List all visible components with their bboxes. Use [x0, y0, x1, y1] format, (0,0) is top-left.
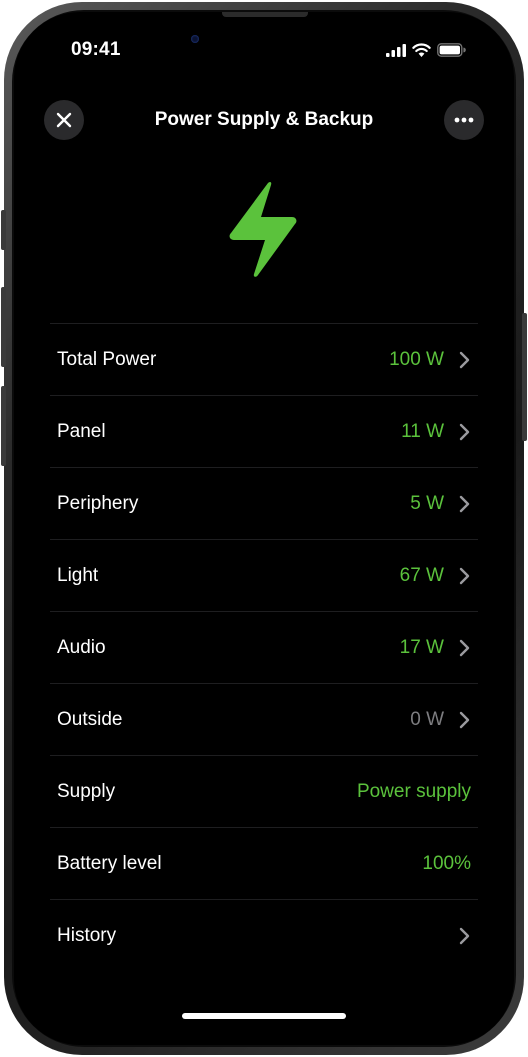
volume-down-button	[1, 386, 6, 466]
list-item-light[interactable]: Light 67 W	[50, 539, 478, 611]
earpiece-speaker	[222, 12, 308, 17]
chevron-right-icon	[459, 351, 470, 369]
more-options-button[interactable]	[444, 100, 484, 140]
chevron-right-icon	[459, 495, 470, 513]
list-item-label: Periphery	[57, 493, 139, 514]
list-item-panel[interactable]: Panel 11 W	[50, 395, 478, 467]
list-item-label: History	[57, 925, 117, 946]
page-title: Power Supply & Backup	[154, 109, 374, 130]
battery-icon	[437, 43, 466, 57]
list-item-history[interactable]: History	[50, 899, 478, 971]
close-icon	[56, 112, 72, 128]
header: Power Supply & Backup	[14, 100, 514, 140]
list-item-value: 11 W	[401, 421, 444, 442]
lightning-bolt-icon	[229, 181, 297, 277]
list-item-label: Light	[57, 565, 99, 586]
list-item-total-power[interactable]: Total Power 100 W	[50, 323, 478, 395]
list-item-audio[interactable]: Audio 17 W	[50, 611, 478, 683]
chevron-right-icon	[459, 423, 470, 441]
list-item-label: Battery level	[57, 853, 162, 874]
list-item-battery-level[interactable]: Battery level 100%	[50, 827, 478, 899]
chevron-right-icon	[459, 567, 470, 585]
volume-up-button	[1, 287, 6, 367]
list-item-label: Outside	[57, 709, 123, 730]
home-indicator[interactable]	[182, 1013, 346, 1019]
list-item-value: 67 W	[399, 565, 444, 586]
mute-switch	[1, 210, 6, 250]
screen: 09:41 Power Supply & Backup Total Power …	[14, 12, 514, 1045]
list-item-label: Panel	[57, 421, 106, 442]
list-item-supply[interactable]: Supply Power supply	[50, 755, 478, 827]
list-item-periphery[interactable]: Periphery 5 W	[50, 467, 478, 539]
power-button	[522, 313, 527, 441]
list-item-outside[interactable]: Outside 0 W	[50, 683, 478, 755]
list-item-value: 17 W	[399, 637, 444, 658]
list-item-label: Total Power	[57, 349, 157, 370]
chevron-right-icon	[459, 927, 470, 945]
status-time: 09:41	[71, 39, 121, 60]
chevron-right-icon	[459, 711, 470, 729]
cellular-signal-icon	[386, 43, 406, 57]
list-item-value: 5 W	[410, 493, 444, 514]
list-item-value: 100%	[422, 853, 471, 874]
list-item-label: Supply	[57, 781, 116, 802]
more-horizontal-icon	[454, 117, 474, 123]
chevron-right-icon	[459, 639, 470, 657]
list-item-label: Audio	[57, 637, 106, 658]
list-item-value: 100 W	[389, 349, 444, 370]
front-camera	[191, 35, 199, 43]
status-icons	[386, 42, 466, 58]
list-item-value: 0 W	[410, 709, 444, 730]
list-item-value: Power supply	[356, 781, 471, 802]
close-button[interactable]	[44, 100, 84, 140]
settings-list: Total Power 100 W Panel 11 W Periphery 5…	[50, 323, 478, 971]
wifi-icon	[412, 43, 431, 57]
